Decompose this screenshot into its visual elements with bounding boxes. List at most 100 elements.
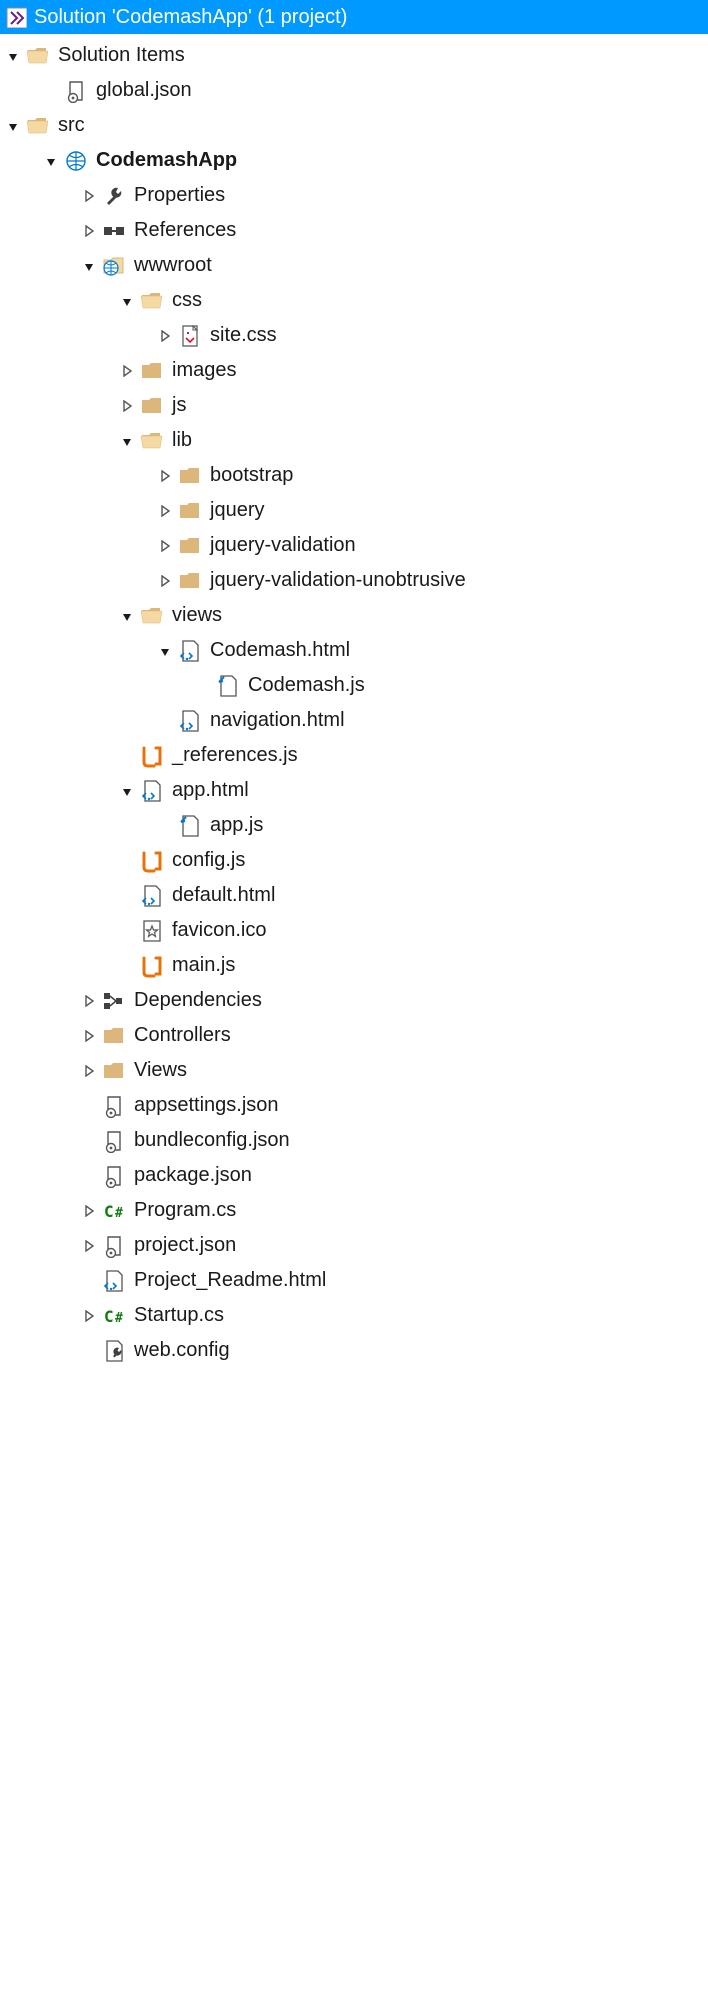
globe-folder-icon [102,254,126,278]
label: web.config [134,1339,230,1362]
expander-collapsed-icon[interactable] [80,1307,98,1325]
node-views[interactable]: views [0,598,708,633]
folder-icon [140,359,164,383]
expander-collapsed-icon[interactable] [118,362,136,380]
node-jquery-validation[interactable]: jquery-validation [0,528,708,563]
node-references[interactable]: References [0,213,708,248]
folder-open-icon [26,114,50,138]
expander-collapsed-icon[interactable] [156,572,174,590]
json-file-icon [102,1094,126,1118]
node-images[interactable]: images [0,353,708,388]
node-site-css[interactable]: site.css [0,318,708,353]
node-app-js[interactable]: app.js [0,808,708,843]
expander-collapsed-icon[interactable] [80,1027,98,1045]
csharp-file-icon [102,1199,126,1223]
node-default-html[interactable]: default.html [0,878,708,913]
expander-collapsed-icon[interactable] [80,992,98,1010]
label: References [134,219,236,242]
expander-expanded-icon[interactable] [156,642,174,660]
node-main-js[interactable]: main.js [0,948,708,983]
node-program-cs[interactable]: Program.cs [0,1193,708,1228]
json-file-icon [64,79,88,103]
dependencies-icon [102,989,126,1013]
label: Controllers [134,1024,231,1047]
node-src[interactable]: src [0,108,708,143]
css-file-icon [178,324,202,348]
expander-collapsed-icon[interactable] [80,1202,98,1220]
folder-open-icon [26,44,50,68]
expander-expanded-icon[interactable] [118,607,136,625]
expander-expanded-icon[interactable] [118,782,136,800]
label: Startup.cs [134,1304,224,1327]
node-jquery[interactable]: jquery [0,493,708,528]
js-file-icon [178,814,202,838]
label: jquery [210,499,264,522]
expander-expanded-icon[interactable] [4,47,22,65]
expander-expanded-icon[interactable] [118,292,136,310]
html-file-icon [102,1269,126,1293]
node-project[interactable]: CodemashApp [0,143,708,178]
expander-collapsed-icon[interactable] [156,537,174,555]
node-references-js[interactable]: _references.js [0,738,708,773]
expander-collapsed-icon[interactable] [156,502,174,520]
label: Codemash.html [210,639,350,662]
label: jquery-validation [210,534,356,557]
expander-collapsed-icon[interactable] [118,397,136,415]
config-file-icon [102,1339,126,1363]
expander-expanded-icon[interactable] [42,152,60,170]
expander-collapsed-icon[interactable] [80,1237,98,1255]
label: main.js [172,954,235,977]
label: Program.cs [134,1199,236,1222]
expander-collapsed-icon[interactable] [80,222,98,240]
label: Solution Items [58,44,185,67]
node-navigation-html[interactable]: navigation.html [0,703,708,738]
folder-open-icon [140,604,164,628]
node-codemash-js[interactable]: Codemash.js [0,668,708,703]
node-views-folder[interactable]: Views [0,1053,708,1088]
node-js[interactable]: js [0,388,708,423]
expander-collapsed-icon[interactable] [156,327,174,345]
node-css[interactable]: css [0,283,708,318]
node-lib[interactable]: lib [0,423,708,458]
label: Project_Readme.html [134,1269,326,1292]
node-wwwroot[interactable]: wwwroot [0,248,708,283]
folder-icon [178,569,202,593]
node-web-config[interactable]: web.config [0,1333,708,1368]
node-solution-items[interactable]: Solution Items [0,38,708,73]
label: Properties [134,184,225,207]
node-startup-cs[interactable]: Startup.cs [0,1298,708,1333]
node-controllers[interactable]: Controllers [0,1018,708,1053]
label: lib [172,429,192,452]
node-project-readme[interactable]: Project_Readme.html [0,1263,708,1298]
expander-collapsed-icon[interactable] [156,467,174,485]
label: jquery-validation-unobtrusive [210,569,466,592]
solution-icon [4,5,28,29]
node-properties[interactable]: Properties [0,178,708,213]
node-app-html[interactable]: app.html [0,773,708,808]
expander-expanded-icon[interactable] [4,117,22,135]
node-favicon[interactable]: favicon.ico [0,913,708,948]
node-dependencies[interactable]: Dependencies [0,983,708,1018]
node-bootstrap[interactable]: bootstrap [0,458,708,493]
wrench-icon [102,184,126,208]
label: css [172,289,202,312]
label: Dependencies [134,989,262,1012]
node-jquery-validation-unobtrusive[interactable]: jquery-validation-unobtrusive [0,563,708,598]
node-bundleconfig[interactable]: bundleconfig.json [0,1123,708,1158]
js-file-icon [216,674,240,698]
label: Views [134,1059,187,1082]
node-global-json[interactable]: global.json [0,73,708,108]
node-package[interactable]: package.json [0,1158,708,1193]
node-codemash-html[interactable]: Codemash.html [0,633,708,668]
expander-collapsed-icon[interactable] [80,1062,98,1080]
node-appsettings[interactable]: appsettings.json [0,1088,708,1123]
node-project-json[interactable]: project.json [0,1228,708,1263]
json-file-icon [102,1234,126,1258]
expander-expanded-icon[interactable] [118,432,136,450]
expander-expanded-icon[interactable] [80,257,98,275]
solution-header[interactable]: Solution 'CodemashApp' (1 project) [0,0,708,34]
json-file-icon [102,1164,126,1188]
solution-title: Solution 'CodemashApp' (1 project) [34,6,347,29]
node-config-js[interactable]: config.js [0,843,708,878]
expander-collapsed-icon[interactable] [80,187,98,205]
